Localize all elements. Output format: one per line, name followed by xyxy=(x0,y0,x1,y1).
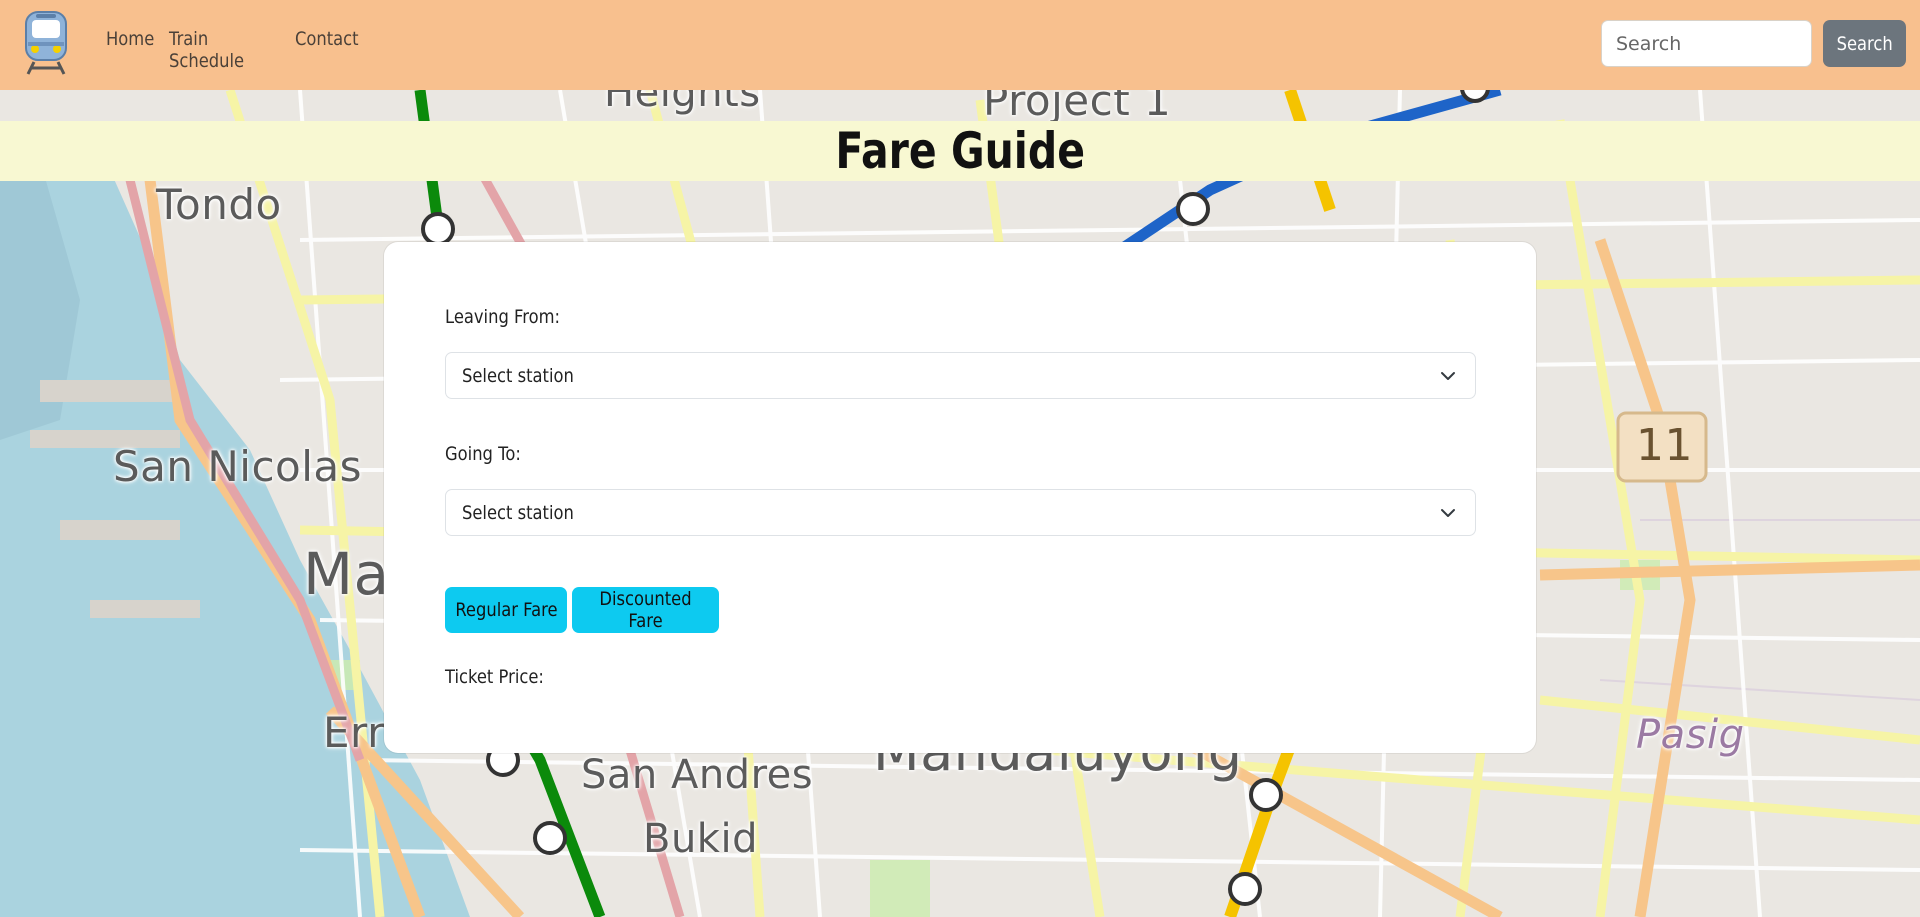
train-icon[interactable] xyxy=(24,10,68,76)
chevron-down-icon xyxy=(1441,509,1455,517)
page-title: Fare Guide xyxy=(835,122,1085,180)
leaving-from-select[interactable]: Select station xyxy=(445,352,1476,399)
going-to-select[interactable]: Select station xyxy=(445,489,1476,536)
chevron-down-icon xyxy=(1441,372,1455,380)
road-number-label: 11 xyxy=(1636,420,1693,471)
fare-form-card: Leaving From: Select station Going To: S… xyxy=(384,242,1536,753)
nav-link-train-schedule[interactable]: Train Schedule xyxy=(169,28,277,72)
map-label-tondo: Tondo xyxy=(156,180,282,229)
nav-link-home[interactable]: Home xyxy=(106,28,160,72)
map-label-san-nicolas: San Nicolas xyxy=(113,442,363,491)
nav-link-contact[interactable]: Contact xyxy=(295,28,359,72)
discounted-fare-button[interactable]: Discounted Fare xyxy=(572,587,719,633)
map-label-san-andres: San Andres xyxy=(581,752,814,798)
discounted-fare-button-label: Discounted Fare xyxy=(599,588,692,632)
going-to-selected-value: Select station xyxy=(462,502,574,524)
map-label-ermita: Err xyxy=(323,708,385,757)
regular-fare-button-label: Regular Fare xyxy=(454,599,558,621)
map-label-pasig: Pasig xyxy=(1636,712,1745,758)
map-label-bukid: Bukid xyxy=(643,816,758,862)
map-label-manila: Ma xyxy=(303,540,390,608)
search-button[interactable]: Search xyxy=(1823,20,1906,67)
title-band: Fare Guide xyxy=(0,121,1920,181)
leaving-from-selected-value: Select station xyxy=(462,365,574,387)
going-to-label: Going To: xyxy=(445,443,521,465)
nav-links: Home Train Schedule Contact xyxy=(106,28,365,72)
search-button-label: Search xyxy=(1836,32,1893,55)
search-input[interactable] xyxy=(1601,20,1812,67)
navbar: Home Train Schedule Contact Search xyxy=(0,0,1920,90)
leaving-from-label: Leaving From: xyxy=(445,306,561,328)
ticket-price-label: Ticket Price: xyxy=(445,666,544,688)
regular-fare-button[interactable]: Regular Fare xyxy=(445,587,567,633)
